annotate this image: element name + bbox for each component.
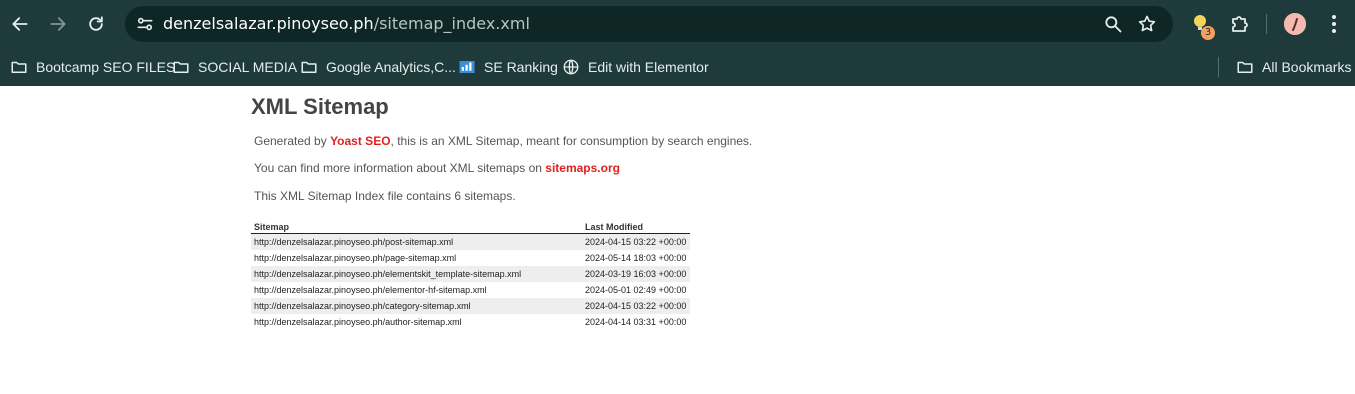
sitemap-url-link[interactable]: http://denzelsalazar.pinoyseo.ph/page-si…	[251, 250, 582, 266]
url-path: /sitemap_index.xml	[373, 14, 530, 33]
table-header-row: Sitemap Last Modified	[251, 219, 690, 234]
sitemap-url-link[interactable]: http://denzelsalazar.pinoyseo.ph/categor…	[251, 298, 582, 314]
browser-toolbar: denzelsalazar.pinoyseo.ph/sitemap_index.…	[0, 0, 1355, 48]
last-modified-cell: 2024-04-15 03:22 +00:00	[582, 298, 690, 314]
index-note: This XML Sitemap Index file contains 6 s…	[254, 189, 516, 203]
last-modified-cell: 2024-05-14 18:03 +00:00	[585, 253, 687, 263]
bookmark-label: Google Analytics,C...	[326, 59, 456, 75]
sitemap-url-link[interactable]: http://denzelsalazar.pinoyseo.ph/element…	[251, 266, 582, 282]
table-row: http://denzelsalazar.pinoyseo.ph/element…	[251, 266, 690, 282]
bookmarks-bar: Bootcamp SEO FILES SOCIAL MEDIA Google A…	[0, 48, 1355, 86]
bookmark-label: Edit with Elementor	[588, 59, 709, 75]
column-header-last-modified: Last Modified	[582, 219, 690, 234]
reload-button[interactable]	[82, 10, 110, 38]
toolbar-divider	[1266, 14, 1267, 34]
bookmark-label: SOCIAL MEDIA	[198, 59, 298, 75]
url-text[interactable]: denzelsalazar.pinoyseo.ph/sitemap_index.…	[163, 14, 530, 33]
back-button[interactable]	[6, 10, 34, 38]
bookmark-google-analytics[interactable]: Google Analytics,C...	[300, 56, 456, 78]
bookmark-star-icon[interactable]	[1137, 14, 1157, 34]
table-row: http://denzelsalazar.pinoyseo.ph/page-si…	[251, 250, 690, 266]
folder-icon	[1237, 61, 1253, 73]
generated-by-text: Generated by Yoast SEO, this is an XML S…	[254, 134, 752, 148]
column-header-sitemap: Sitemap	[251, 219, 582, 234]
yoast-seo-link[interactable]: Yoast SEO	[330, 134, 390, 148]
all-bookmarks-button[interactable]: All Bookmarks	[1236, 56, 1351, 78]
sitemaps-org-link[interactable]: sitemaps.org	[545, 161, 620, 175]
profile-avatar[interactable]	[1284, 13, 1306, 35]
site-settings-icon[interactable]	[135, 14, 155, 34]
bookmark-se-ranking[interactable]: SE Ranking	[458, 56, 558, 78]
bookmark-edit-with-elementor[interactable]: Edit with Elementor	[562, 56, 709, 78]
more-info-text: You can find more information about XML …	[254, 161, 620, 175]
bookmark-label: SE Ranking	[484, 59, 558, 75]
bookmark-social-media[interactable]: SOCIAL MEDIA	[172, 56, 297, 78]
sitemap-url-link[interactable]: http://denzelsalazar.pinoyseo.ph/element…	[251, 282, 582, 298]
zoom-icon[interactable]	[1103, 14, 1123, 34]
forward-button[interactable]	[44, 10, 72, 38]
table-row: http://denzelsalazar.pinoyseo.ph/author-…	[251, 314, 690, 330]
bookmarks-divider	[1218, 57, 1219, 77]
bookmark-label: Bootcamp SEO FILES	[36, 59, 176, 75]
generated-prefix: Generated by	[254, 134, 331, 148]
all-bookmarks-label: All Bookmarks	[1262, 59, 1352, 75]
info-prefix: You can find more information about XML …	[254, 161, 546, 175]
address-bar[interactable]: denzelsalazar.pinoyseo.ph/sitemap_index.…	[125, 6, 1173, 42]
table-row: http://denzelsalazar.pinoyseo.ph/categor…	[251, 298, 690, 314]
extension-badge: 3	[1201, 26, 1215, 40]
last-modified-cell: 2024-03-19 16:03 +00:00	[582, 266, 690, 282]
folder-icon	[173, 61, 189, 73]
arrow-left-icon	[12, 17, 28, 31]
last-modified-cell: 2024-04-14 03:31 +00:00	[585, 317, 687, 327]
extensions-puzzle-icon[interactable]	[1228, 12, 1252, 36]
sitemap-url-link[interactable]: http://denzelsalazar.pinoyseo.ph/post-si…	[251, 233, 582, 250]
sitemap-table: Sitemap Last Modified http://denzelsalaz…	[251, 219, 690, 330]
url-host: denzelsalazar.pinoyseo.ph	[163, 14, 374, 33]
table-row: http://denzelsalazar.pinoyseo.ph/element…	[251, 282, 690, 298]
folder-icon	[301, 61, 317, 73]
table-row: http://denzelsalazar.pinoyseo.ph/post-si…	[251, 233, 690, 250]
generated-suffix: , this is an XML Sitemap, meant for cons…	[390, 134, 753, 148]
more-menu-icon[interactable]	[1322, 12, 1346, 36]
bar-chart-icon	[459, 61, 475, 73]
last-modified-cell: 2024-04-15 03:22 +00:00	[582, 233, 690, 250]
globe-icon	[563, 59, 579, 75]
folder-icon	[11, 61, 27, 73]
profile-icon	[1284, 13, 1306, 35]
arrow-right-icon	[50, 17, 66, 31]
sitemap-url-link[interactable]: http://denzelsalazar.pinoyseo.ph/author-…	[251, 314, 582, 330]
last-modified-cell: 2024-05-01 02:49 +00:00	[585, 285, 687, 295]
bookmark-bootcamp-seo-files[interactable]: Bootcamp SEO FILES	[10, 56, 175, 78]
reload-icon	[89, 16, 103, 31]
page-title: XML Sitemap	[251, 94, 389, 119]
